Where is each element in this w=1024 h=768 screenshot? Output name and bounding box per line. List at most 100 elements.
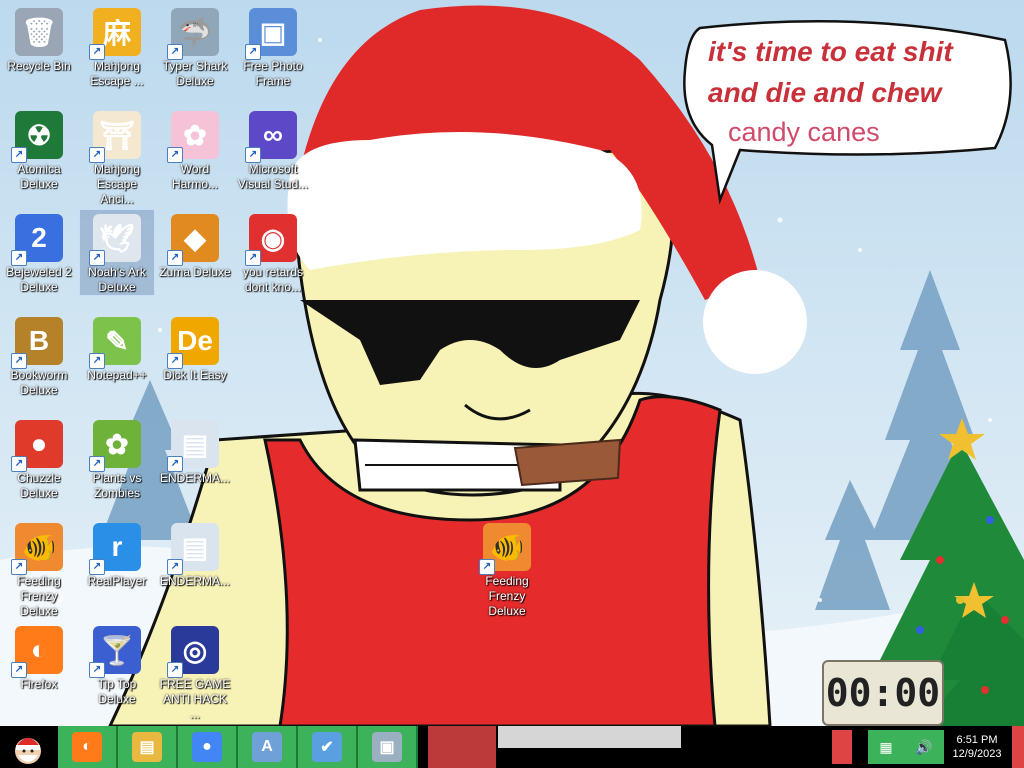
system-clock[interactable]: 6:51 PM 12/9/2023 <box>946 730 1008 764</box>
desktop-icon-label: Noah's Ark Deluxe <box>88 265 146 294</box>
shortcut-arrow-icon: ↗ <box>89 250 105 266</box>
speech-line-2: and die and chew <box>708 77 942 108</box>
icon-glyph: ◉ <box>260 222 286 254</box>
taskbar-red-block <box>428 726 496 768</box>
desktop-icon-gem[interactable]: 2 ↗ Bejeweled 2 Deluxe <box>2 210 76 295</box>
shield-icon: ◎ ↗ <box>167 626 219 678</box>
shortcut-arrow-icon: ↗ <box>89 559 105 575</box>
desktop-icon-label: Firefox <box>20 677 58 691</box>
icon-glyph: r <box>111 531 123 562</box>
desktop-clock-widget[interactable]: 00:00 <box>822 660 944 726</box>
icon-glyph: ✎ <box>105 325 129 357</box>
document-icon: ▤ ↗ <box>167 420 219 472</box>
desktop-icon-label: Feeding Frenzy Deluxe <box>485 574 529 618</box>
desktop-icon-firefox[interactable]: ◐ ↗ Firefox <box>2 622 76 692</box>
icon-glyph: 🦈 <box>177 16 213 48</box>
desktop-icon-label: RealPlayer <box>87 574 147 588</box>
icon-glyph: 🐠 <box>21 531 57 563</box>
firefox-icon: ◐ ↗ <box>11 626 63 678</box>
network-icon[interactable]: ▦ <box>879 739 892 756</box>
desktop-icon-label: Zuma Deluxe <box>159 265 231 279</box>
computer-icon: ▣ <box>372 732 402 762</box>
desktop-icon-shield[interactable]: ◎ ↗ FREE GAME ANTI HACK ... <box>158 622 232 722</box>
shortcut-arrow-icon: ↗ <box>167 147 183 163</box>
desktop-icon-label: Mahjong Escape ... <box>90 59 144 88</box>
shortcut-arrow-icon: ↗ <box>245 44 261 60</box>
desktop-icon-label: Feeding Frenzy Deluxe <box>17 574 61 618</box>
desktop-icon-fish[interactable]: 🐠 ↗ Feeding Frenzy Deluxe <box>470 519 544 619</box>
desktop-icon-plant[interactable]: ✿ ↗ Plants vs Zombies <box>80 416 154 501</box>
desktop-icon-torii[interactable]: ⛩ ↗ Mahjong Escape Anci... <box>80 107 154 207</box>
desktop-icon-document[interactable]: ▤ ↗ ENDERMA... <box>158 416 232 486</box>
shortcut-arrow-icon: ↗ <box>167 44 183 60</box>
icon-glyph: 🍸 <box>99 634 135 666</box>
icon-glyph: ▣ <box>259 16 287 48</box>
icon-glyph: 2 <box>31 222 47 253</box>
desktop-icon-photo-frame[interactable]: ▣ ↗ Free Photo Frame <box>236 4 310 89</box>
shortcut-arrow-icon: ↗ <box>11 559 27 575</box>
system-tray-icons[interactable]: ▦ 🔊 <box>868 730 944 764</box>
bookworm-icon: B ↗ <box>11 317 63 369</box>
gem-icon: 2 ↗ <box>11 214 63 266</box>
icon-glyph: ◆ <box>184 222 206 254</box>
speaker-icon[interactable]: 🔊 <box>915 739 932 756</box>
shortcut-arrow-icon: ↗ <box>167 456 183 472</box>
desktop-icon-fish[interactable]: 🐠 ↗ Feeding Frenzy Deluxe <box>2 519 76 619</box>
taskbar-file-explorer-button[interactable]: ▤ <box>118 726 178 768</box>
icon-glyph: ▤ <box>181 428 209 460</box>
desktop-icon-mahjong[interactable]: 麻 ↗ Mahjong Escape ... <box>80 4 154 89</box>
icon-glyph: ◎ <box>182 634 208 666</box>
desktop-icon-label: Microsoft Visual Stud... <box>237 162 309 191</box>
desktop-icon-realplayer[interactable]: r ↗ RealPlayer <box>80 519 154 589</box>
clock-date: 12/9/2023 <box>952 748 1002 760</box>
desktop-icon-recycle-bin[interactable]: 🗑 Recycle Bin <box>2 4 76 74</box>
desktop-icon-label: ENDERMA... <box>159 471 230 485</box>
desktop-icon-dove[interactable]: 🕊 ↗ Noah's Ark Deluxe <box>79 209 155 296</box>
shortcut-arrow-icon: ↗ <box>11 353 27 369</box>
shortcut-arrow-icon: ↗ <box>167 250 183 266</box>
desktop-icon-bookworm[interactable]: B ↗ Bookworm Deluxe <box>2 313 76 398</box>
show-desktop-button[interactable] <box>1012 726 1024 768</box>
desktop-icon-notepad[interactable]: ✎ ↗ Notepad++ <box>80 313 154 383</box>
desktop-icon-label: Mahjong Escape Anci... <box>93 162 141 206</box>
taskbar-tray-flag[interactable] <box>832 730 852 764</box>
atomica-icon: ☢ ↗ <box>11 111 63 163</box>
desktop-icon-label: Bookworm Deluxe <box>10 368 68 397</box>
document-icon: ▤ ↗ <box>167 523 219 575</box>
desktop-icon-document[interactable]: ▤ ↗ ENDERMA... <box>158 519 232 589</box>
desktop-icon-label: ENDERMA... <box>159 574 230 588</box>
shortcut-arrow-icon: ↗ <box>11 147 27 163</box>
desktop-icon-label: Typer Shark Deluxe <box>162 59 228 88</box>
icon-glyph: B <box>28 325 50 356</box>
de-icon: De ↗ <box>167 317 219 369</box>
desktop-icon-label: you retards dont kno... <box>242 265 304 294</box>
desktop-icon-atomica[interactable]: ☢ ↗ Atomica Deluxe <box>2 107 76 192</box>
taskbar-firefox-button[interactable]: ◐ <box>58 726 118 768</box>
desktop-icon-dragon[interactable]: ◉ ↗ you retards dont kno... <box>236 210 310 295</box>
shortcut-arrow-icon: ↗ <box>89 44 105 60</box>
flower-icon: ✿ ↗ <box>167 111 219 163</box>
desktop-icon-de[interactable]: De ↗ Dick It Easy <box>158 313 232 383</box>
icon-glyph: 🕊 <box>99 222 135 254</box>
file-explorer-icon: ▤ <box>132 732 162 762</box>
desktop-icon-visual-studio[interactable]: ∞ ↗ Microsoft Visual Stud... <box>236 107 310 192</box>
desktop-icon-cocktail[interactable]: 🍸 ↗ Tip Top Deluxe <box>80 622 154 707</box>
icon-glyph: ▤ <box>181 531 209 563</box>
desktop-icon-flower[interactable]: ✿ ↗ Word Harmo... <box>158 107 232 192</box>
taskbar-computer-button[interactable]: ▣ <box>358 726 418 768</box>
shortcut-arrow-icon: ↗ <box>479 559 495 575</box>
icon-glyph: ◐ <box>30 634 48 665</box>
desktop-icon-chuzzle[interactable]: ● ↗ Chuzzle Deluxe <box>2 416 76 501</box>
desktop[interactable]: it's time to eat shit and die and chew c… <box>0 0 1024 726</box>
desktop-icon-shark[interactable]: 🦈 ↗ Typer Shark Deluxe <box>158 4 232 89</box>
clock-time: 6:51 PM <box>956 734 998 746</box>
start-button[interactable] <box>0 726 56 768</box>
clock-widget-display: 00:00 <box>825 671 941 715</box>
icon-glyph: De <box>177 325 213 356</box>
desktop-icon-label: Recycle Bin <box>7 59 71 73</box>
taskbar-checkbox-app-button[interactable]: ✔ <box>298 726 358 768</box>
realplayer-icon: r ↗ <box>89 523 141 575</box>
desktop-icon-zuma[interactable]: ◆ ↗ Zuma Deluxe <box>158 210 232 280</box>
taskbar-wordpad-button[interactable]: A <box>238 726 298 768</box>
taskbar-chrome-button[interactable]: ● <box>178 726 238 768</box>
